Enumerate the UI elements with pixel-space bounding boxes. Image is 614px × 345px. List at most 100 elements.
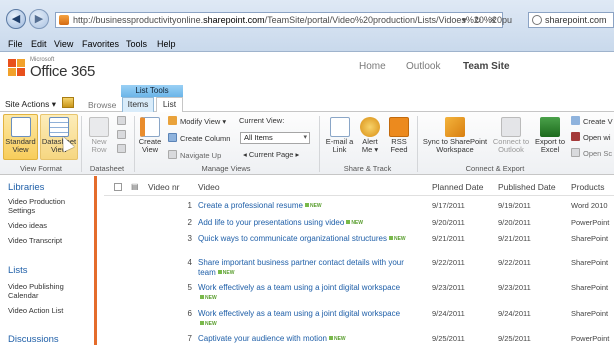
address-url: http://businessproductivityonline.sharep… <box>73 15 512 25</box>
cell-video-title[interactable]: Create a professional resume NEW <box>198 201 418 211</box>
rss-icon <box>389 117 409 137</box>
menu-file[interactable]: File <box>8 39 23 49</box>
cell-video-title[interactable]: Add life to your presentations using vid… <box>198 218 418 228</box>
browser-toolbar: ◀ ▶ http://businessproductivityonline.sh… <box>0 0 614 52</box>
menu-view[interactable]: View <box>54 39 73 49</box>
cell-planned-date: 9/17/2011 <box>432 201 465 210</box>
cell-video-title[interactable]: Quick ways to communicate organizational… <box>198 234 428 244</box>
col-products[interactable]: Products <box>571 182 605 192</box>
cell-video-title[interactable]: Work effectively as a team using a joint… <box>198 309 418 329</box>
cell-video-nr: 4 <box>187 258 192 267</box>
email-link-button[interactable]: E-mail a Link <box>323 117 356 154</box>
menu-favorites[interactable]: Favorites <box>82 39 119 49</box>
current-view-dropdown[interactable]: All Items <box>240 132 310 144</box>
col-published-date[interactable]: Published Date <box>498 182 556 192</box>
cell-published-date: 9/20/2011 <box>498 218 531 227</box>
cell-product: Word 2010 <box>571 201 608 210</box>
show-task-pane-icon[interactable] <box>117 116 129 126</box>
back-button[interactable]: ◀ <box>6 9 26 29</box>
alert-me-button[interactable]: Alert Me ▾ <box>357 117 383 154</box>
refresh-data-icon[interactable] <box>117 144 129 154</box>
datasheet-view-button[interactable]: Datasheet View <box>40 117 78 154</box>
cell-published-date: 9/23/2011 <box>498 283 531 292</box>
current-page-nav[interactable]: ◂ Current Page ▸ <box>243 150 299 159</box>
cell-planned-date: 9/24/2011 <box>432 309 465 318</box>
tab-browse[interactable]: Browse <box>88 100 116 110</box>
rss-feed-button[interactable]: RSS Feed <box>386 117 412 154</box>
show-totals-icon[interactable] <box>117 130 129 140</box>
cell-published-date: 9/19/2011 <box>498 201 531 210</box>
new-badge: NEW <box>346 218 363 228</box>
ql-item-video-production-settings[interactable]: Video Production Settings <box>8 197 90 215</box>
col-planned-date[interactable]: Planned Date <box>432 182 484 192</box>
ribbon-separator <box>417 116 418 172</box>
ql-heading-discussions[interactable]: Discussions <box>8 334 59 345</box>
outlook-icon <box>501 117 521 137</box>
new-row-button[interactable]: New Row <box>84 117 114 154</box>
ql-heading-libraries[interactable]: Libraries <box>8 182 44 193</box>
edit-page-icon[interactable] <box>62 97 74 108</box>
open-schedule-button[interactable]: Open Sc <box>571 148 612 158</box>
new-badge: NEW <box>200 319 217 329</box>
open-with-access-button[interactable]: Open wi <box>571 132 611 142</box>
ql-heading-lists[interactable]: Lists <box>8 265 28 276</box>
bell-icon <box>360 117 380 137</box>
select-all-checkbox[interactable] <box>114 183 122 191</box>
cell-planned-date: 9/22/2011 <box>432 258 465 267</box>
cell-planned-date: 9/23/2011 <box>432 283 465 292</box>
nav-home[interactable]: Home <box>359 61 386 72</box>
ql-item-video-transcript[interactable]: Video Transcript <box>8 236 90 245</box>
col-video[interactable]: Video <box>198 182 220 192</box>
dropdown-icon[interactable]: ▾ <box>462 15 467 26</box>
nav-team-site[interactable]: Team Site <box>463 61 510 72</box>
menu-tools[interactable]: Tools <box>126 39 147 49</box>
sharepoint-header: Microsoft Office 365 Home Outlook Team S… <box>0 53 614 87</box>
cell-video-title[interactable]: Work effectively as a team using a joint… <box>198 283 418 303</box>
ql-item-video-publishing-calendar[interactable]: Video Publishing Calendar <box>8 282 90 300</box>
cell-video-title[interactable]: Captivate your audience with motion NEW <box>198 334 418 344</box>
create-visio-button[interactable]: Create V <box>571 116 613 126</box>
logo-office365[interactable]: Office 365 <box>30 63 95 80</box>
current-view-label: Current View: <box>239 116 285 125</box>
connect-outlook-button[interactable]: Connect to Outlook <box>491 117 531 154</box>
group-datasheet: Datasheet <box>89 164 125 173</box>
export-excel-button[interactable]: Export to Excel <box>533 117 567 154</box>
cell-product: SharePoint <box>571 258 609 267</box>
ribbon-separator <box>134 116 135 172</box>
cell-planned-date: 9/20/2011 <box>432 218 465 227</box>
list-view-grid: ▤ Video nr Video Planned Date Published … <box>98 176 614 345</box>
site-actions-menu[interactable]: Site Actions ▾ <box>5 99 56 110</box>
stop-icon[interactable]: ✕ <box>489 15 497 26</box>
modify-view-button[interactable]: Modify View ▾ <box>168 116 226 126</box>
ql-item-video-action-list[interactable]: Video Action List <box>8 306 90 315</box>
forward-button[interactable]: ▶ <box>29 9 49 29</box>
new-badge: NEW <box>305 201 322 211</box>
search-box[interactable]: sharepoint.com <box>528 12 614 28</box>
sync-sharepoint-button[interactable]: Sync to SharePoint Workspace <box>420 117 490 154</box>
menu-edit[interactable]: Edit <box>31 39 47 49</box>
office365-logo-icon[interactable] <box>8 59 28 79</box>
ql-item-video-ideas[interactable]: Video ideas <box>8 221 90 230</box>
menu-help[interactable]: Help <box>157 39 176 49</box>
group-manage-views: Manage Views <box>201 164 251 173</box>
nav-outlook[interactable]: Outlook <box>406 61 440 72</box>
email-link-label: E-mail a Link <box>325 137 354 154</box>
standard-view-button[interactable]: Standard View <box>3 117 38 154</box>
create-view-button[interactable]: Create View <box>136 117 164 154</box>
create-column-button[interactable]: Create Column <box>168 133 230 143</box>
cell-product: SharePoint <box>571 309 609 318</box>
standard-view-icon <box>10 117 31 137</box>
refresh-icon[interactable]: ↻ <box>474 15 482 26</box>
tab-list[interactable]: List <box>156 97 183 113</box>
navigate-up-button[interactable]: Navigate Up <box>168 150 221 160</box>
address-bar[interactable]: http://businessproductivityonline.sharep… <box>55 12 512 28</box>
search-input[interactable]: sharepoint.com <box>545 15 607 25</box>
group-share-track: Share & Track <box>343 164 392 173</box>
col-video-nr[interactable]: Video nr <box>148 182 180 192</box>
cell-video-title[interactable]: Share important business partner contact… <box>198 258 418 278</box>
tab-items[interactable]: Items <box>122 97 154 112</box>
cell-planned-date: 9/21/2011 <box>432 234 465 243</box>
sharepoint-workspace-icon <box>445 117 465 137</box>
sharepoint-favicon-icon <box>59 15 69 25</box>
ribbon: Standard View Datasheet View View Format… <box>0 112 614 175</box>
